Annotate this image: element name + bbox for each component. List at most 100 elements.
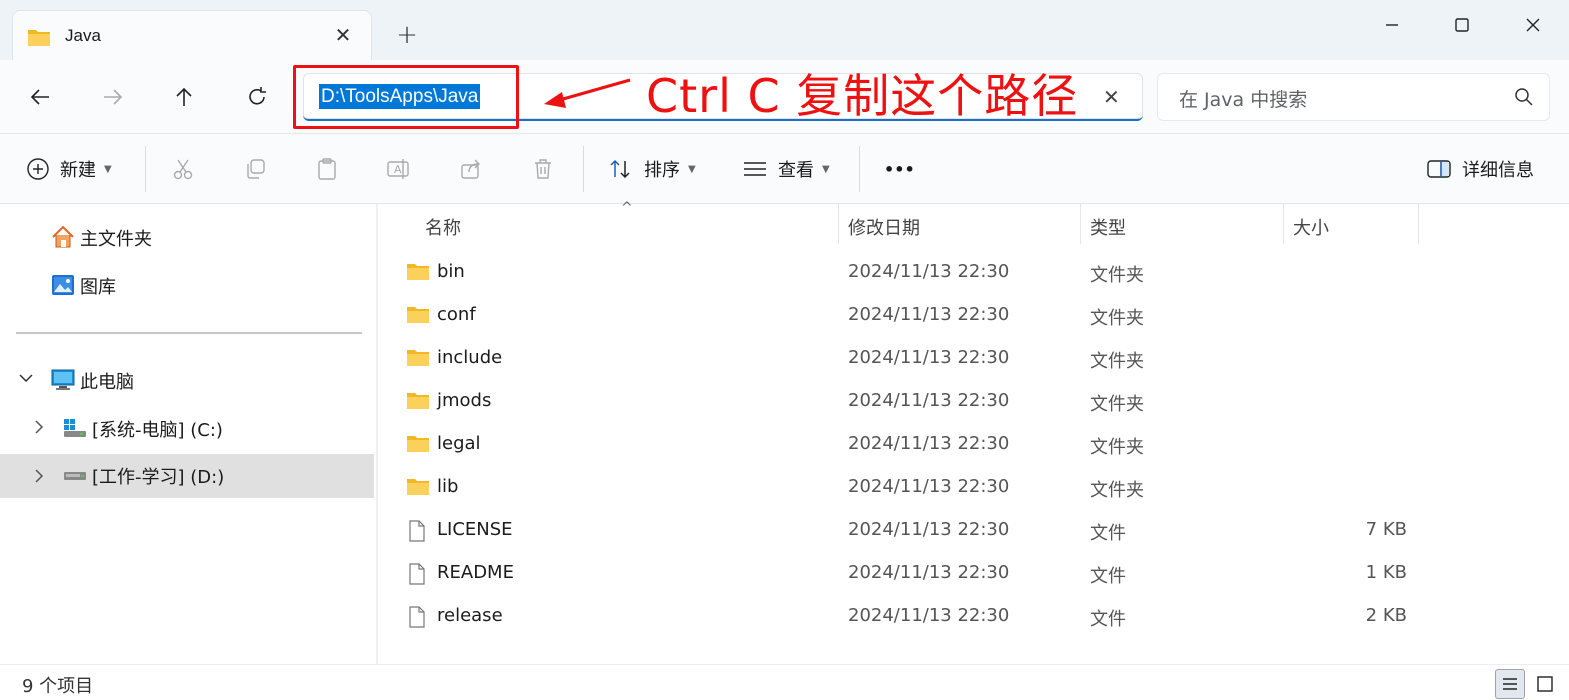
sort-icon <box>610 159 630 179</box>
search-box[interactable]: 在 Java 中搜索 <box>1157 73 1550 121</box>
sidebar-item-label: 此电脑 <box>80 372 134 393</box>
sort-ascending-icon: ^ <box>621 200 633 216</box>
file-row[interactable]: conf 2024/11/13 22:30 文件夹 <box>378 294 1569 337</box>
file-modified: 2024/11/13 22:30 <box>848 347 1010 368</box>
column-divider[interactable] <box>1080 204 1081 244</box>
folder-icon <box>406 390 430 414</box>
folder-icon <box>27 27 51 51</box>
file-row[interactable]: release 2024/11/13 22:30 文件 2 KB <box>378 595 1569 638</box>
maximize-button[interactable] <box>1432 10 1492 40</box>
file-modified: 2024/11/13 22:30 <box>848 476 1010 497</box>
chevron-down-icon: ▼ <box>822 163 830 175</box>
folder-icon <box>406 433 430 457</box>
sidebar-item-drive-d[interactable]: [工作-学习] (D:) <box>0 454 374 498</box>
file-icon <box>406 605 428 633</box>
tab-close-icon[interactable]: ✕ <box>331 23 355 47</box>
file-row[interactable]: legal 2024/11/13 22:30 文件夹 <box>378 423 1569 466</box>
paste-button[interactable] <box>312 154 342 184</box>
file-row[interactable]: lib 2024/11/13 22:30 文件夹 <box>378 466 1569 509</box>
refresh-icon <box>249 87 266 105</box>
column-divider[interactable] <box>1418 204 1419 244</box>
file-list: ^ 名称 修改日期 类型 大小 bin 2024/11/13 22:30 文件夹 co… <box>378 200 1569 664</box>
column-divider[interactable] <box>838 204 839 244</box>
file-type: 文件 <box>1090 609 1126 630</box>
column-header-type[interactable]: 类型 <box>1090 214 1126 240</box>
clear-address-icon[interactable]: ✕ <box>1103 85 1120 109</box>
arrow-up-icon <box>176 87 192 106</box>
tiles-view-button[interactable] <box>1530 669 1560 699</box>
file-modified: 2024/11/13 22:30 <box>848 390 1010 411</box>
home-icon <box>50 224 76 255</box>
gallery-icon <box>50 272 76 303</box>
file-name: include <box>437 347 503 368</box>
file-size: 1 KB <box>1365 562 1407 583</box>
share-button[interactable] <box>456 154 486 184</box>
details-view-button[interactable] <box>1495 669 1525 699</box>
cut-button[interactable] <box>168 154 198 184</box>
file-row[interactable]: include 2024/11/13 22:30 文件夹 <box>378 337 1569 380</box>
more-icon: ••• <box>884 159 915 179</box>
new-tab-button[interactable]: + <box>394 22 420 48</box>
clipboard-icon <box>318 158 336 180</box>
tab-java[interactable]: Java ✕ <box>12 10 372 60</box>
file-name: legal <box>437 433 481 454</box>
view-label: 查看 <box>778 160 814 181</box>
delete-button[interactable] <box>528 154 558 184</box>
sidebar-item-gallery[interactable]: 图库 <box>0 264 374 308</box>
rename-button[interactable]: A <box>384 154 414 184</box>
file-row[interactable]: README 2024/11/13 22:30 文件 1 KB <box>378 552 1569 595</box>
status-bar: 9 个项目 <box>0 664 1569 700</box>
folder-icon <box>406 347 430 371</box>
sidebar-item-drive-c[interactable]: [系统-电脑] (C:) <box>0 407 374 451</box>
file-name: README <box>437 562 514 583</box>
chevron-down-icon: ▼ <box>688 163 696 175</box>
title-bar: Java ✕ + <box>0 0 1569 60</box>
file-modified: 2024/11/13 22:30 <box>848 304 1010 325</box>
column-divider[interactable] <box>1283 204 1284 244</box>
chevron-right-icon[interactable] <box>32 419 46 440</box>
file-size: 7 KB <box>1365 519 1407 540</box>
column-header-name[interactable]: 名称 <box>425 214 461 240</box>
search-icon[interactable] <box>1514 87 1534 111</box>
view-button[interactable]: 查看 ▼ <box>742 152 830 186</box>
new-button[interactable]: 新建 ▼ <box>26 152 112 186</box>
tiles-view-icon <box>1537 676 1553 692</box>
details-pane-button[interactable]: 详细信息 <box>1426 152 1534 186</box>
chevron-right-icon[interactable] <box>32 468 46 489</box>
navigation-pane: 主文件夹 图库 此电脑 [系统-电脑] (C:) [工作-学习] (D:) <box>0 204 376 664</box>
up-button[interactable] <box>164 80 204 114</box>
column-header-size[interactable]: 大小 <box>1293 214 1329 240</box>
file-type: 文件 <box>1090 523 1126 544</box>
sidebar-item-home[interactable]: 主文件夹 <box>0 216 374 260</box>
file-type: 文件 <box>1090 566 1126 587</box>
arrow-right-icon <box>104 89 123 105</box>
minimize-button[interactable] <box>1362 10 1422 40</box>
back-button[interactable] <box>20 80 60 114</box>
chevron-down-icon[interactable] <box>18 370 34 391</box>
file-type: 文件夹 <box>1090 437 1144 458</box>
sidebar-item-this-pc[interactable]: 此电脑 <box>0 359 374 403</box>
search-placeholder: 在 Java 中搜索 <box>1179 89 1308 111</box>
file-row[interactable]: LICENSE 2024/11/13 22:30 文件 7 KB <box>378 509 1569 552</box>
file-name: jmods <box>437 390 492 411</box>
more-options-button[interactable]: ••• <box>884 152 915 186</box>
system-drive-icon <box>62 417 88 444</box>
file-row[interactable]: bin 2024/11/13 22:30 文件夹 <box>378 251 1569 294</box>
close-window-button[interactable] <box>1503 10 1563 40</box>
rename-icon: A <box>387 159 409 179</box>
sort-button[interactable]: 排序 ▼ <box>608 152 696 186</box>
file-row[interactable]: jmods 2024/11/13 22:30 文件夹 <box>378 380 1569 423</box>
file-type: 文件夹 <box>1090 480 1144 501</box>
arrow-left-icon <box>30 89 49 105</box>
column-header-modified[interactable]: 修改日期 <box>848 214 920 240</box>
file-modified: 2024/11/13 22:30 <box>848 519 1010 540</box>
refresh-button[interactable] <box>237 80 277 114</box>
computer-icon <box>50 367 76 398</box>
file-name: conf <box>437 304 476 325</box>
maximize-icon <box>1455 18 1469 32</box>
file-modified: 2024/11/13 22:30 <box>848 261 1010 282</box>
forward-button[interactable] <box>93 80 133 114</box>
copy-icon <box>247 159 265 179</box>
plus-circle-icon <box>27 158 49 180</box>
copy-button[interactable] <box>240 154 270 184</box>
